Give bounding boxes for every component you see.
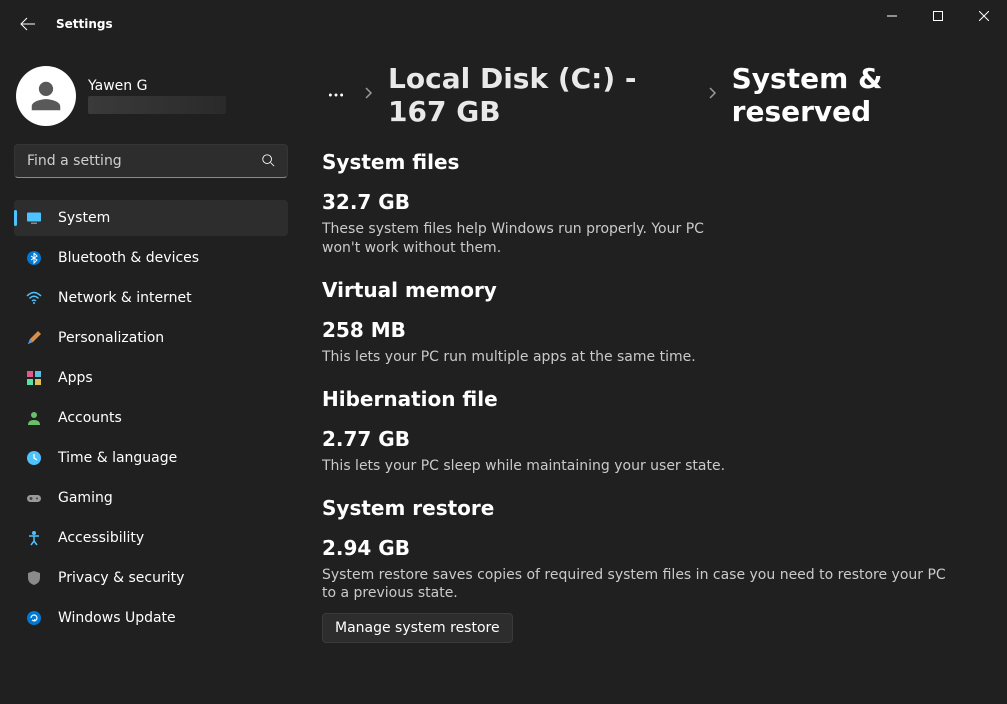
wifi-icon [26,290,42,306]
chevron-right-icon [708,87,718,103]
apps-icon [26,370,42,386]
nav-label: Gaming [58,490,113,506]
nav-item-personalization[interactable]: Personalization [14,320,288,356]
section-title: System files [322,150,979,174]
nav-label: Apps [58,370,93,386]
person-icon [26,410,42,426]
nav-item-gaming[interactable]: Gaming [14,480,288,516]
user-block[interactable]: Yawen G [14,58,288,144]
nav-item-apps[interactable]: Apps [14,360,288,396]
breadcrumb-parent[interactable]: Local Disk (C:) - 167 GB [388,62,694,128]
nav-label: Windows Update [58,610,176,626]
sidebar: Yawen G System Bluetooth & devices [0,48,300,704]
section-title: System restore [322,496,979,520]
section-description: These system files help Windows run prop… [322,220,742,258]
nav-label: Accounts [58,410,122,426]
section-value: 2.77 GB [322,427,979,451]
titlebar: Settings [0,0,1007,48]
manage-system-restore-button[interactable]: Manage system restore [322,613,513,643]
section-value: 32.7 GB [322,190,979,214]
breadcrumb-more-button[interactable] [322,78,350,112]
back-button[interactable] [14,10,42,38]
user-email-redacted [88,96,226,114]
nav-item-accessibility[interactable]: Accessibility [14,520,288,556]
brush-icon [26,330,42,346]
minimize-button[interactable] [869,0,915,32]
nav-label: Personalization [58,330,164,346]
window-controls [869,0,1007,32]
nav-item-bluetooth[interactable]: Bluetooth & devices [14,240,288,276]
section-description: This lets your PC run multiple apps at t… [322,348,952,367]
search-input[interactable] [27,153,261,169]
nav-item-time[interactable]: Time & language [14,440,288,476]
search-box[interactable] [14,144,288,178]
nav-list: System Bluetooth & devices Network & int… [14,200,288,636]
chevron-right-icon [364,87,374,103]
nav-label: Time & language [58,450,177,466]
clock-icon [26,450,42,466]
close-button[interactable] [961,0,1007,32]
nav-item-privacy[interactable]: Privacy & security [14,560,288,596]
maximize-button[interactable] [915,0,961,32]
nav-label: System [58,210,110,226]
bluetooth-icon [26,250,42,266]
breadcrumb: Local Disk (C:) - 167 GB System & reserv… [322,62,979,128]
section-value: 258 MB [322,318,979,342]
accessibility-icon [26,530,42,546]
nav-item-update[interactable]: Windows Update [14,600,288,636]
nav-item-network[interactable]: Network & internet [14,280,288,316]
nav-label: Bluetooth & devices [58,250,199,266]
user-name: Yawen G [88,78,226,94]
nav-label: Network & internet [58,290,192,306]
nav-label: Accessibility [58,530,144,546]
section-title: Virtual memory [322,278,979,302]
update-icon [26,610,42,626]
nav-label: Privacy & security [58,570,184,586]
section-system-restore: System restore 2.94 GB System restore sa… [322,496,979,644]
app-title: Settings [56,17,113,31]
section-value: 2.94 GB [322,536,979,560]
breadcrumb-current: System & reserved [732,62,979,128]
section-title: Hibernation file [322,387,979,411]
section-hibernation: Hibernation file 2.77 GB This lets your … [322,387,979,476]
avatar [16,66,76,126]
nav-item-accounts[interactable]: Accounts [14,400,288,436]
gamepad-icon [26,490,42,506]
section-virtual-memory: Virtual memory 258 MB This lets your PC … [322,278,979,367]
main-content: Local Disk (C:) - 167 GB System & reserv… [300,48,1007,704]
system-icon [26,210,42,226]
section-description: System restore saves copies of required … [322,566,952,604]
search-icon [261,152,275,171]
section-system-files: System files 32.7 GB These system files … [322,150,979,258]
section-description: This lets your PC sleep while maintainin… [322,457,952,476]
shield-icon [26,570,42,586]
nav-item-system[interactable]: System [14,200,288,236]
